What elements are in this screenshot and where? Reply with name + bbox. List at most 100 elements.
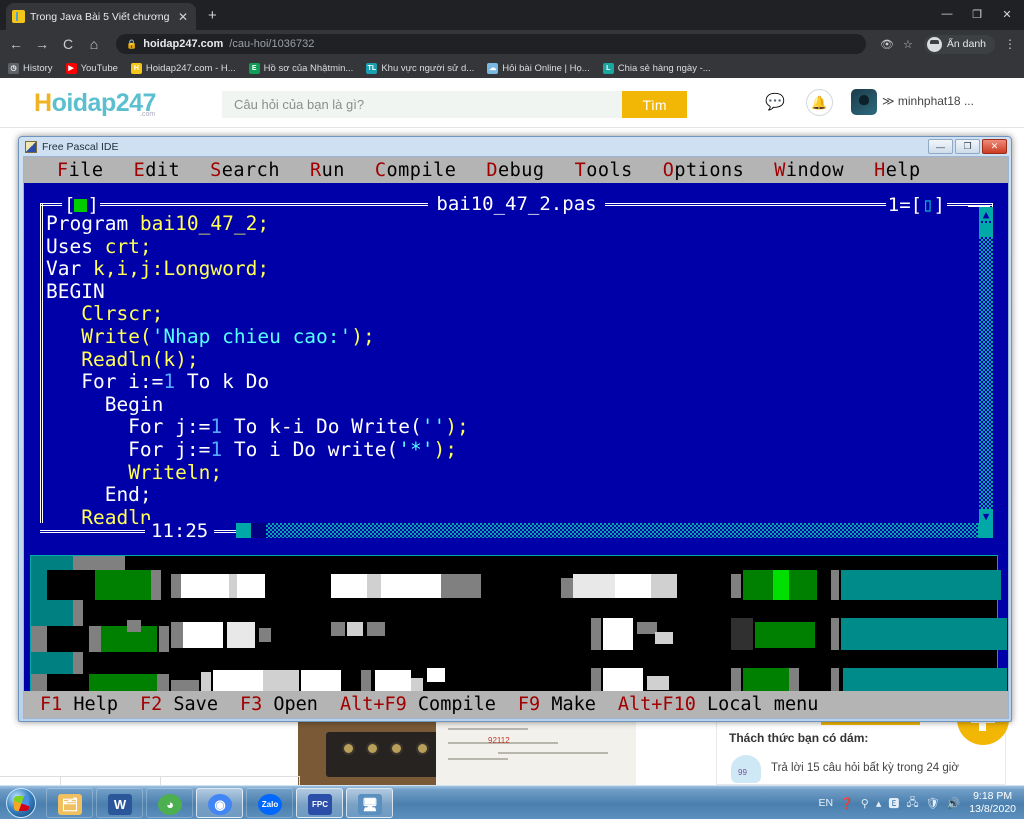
output-pixel-block [73, 652, 83, 676]
taskbar-green-app[interactable]: ◕ [146, 788, 193, 818]
incognito-indicator[interactable]: Ẩn danh [923, 34, 995, 54]
bookmark-5[interactable]: ☁ Hỏi bài Online | Họ... [487, 62, 590, 74]
fpc-minimize-button[interactable]: — [928, 139, 953, 154]
output-pixel-block [651, 574, 677, 598]
help-icon[interactable]: ❓ [840, 797, 854, 810]
menu-compile[interactable]: Compile [360, 160, 471, 181]
language-indicator[interactable]: EN [818, 797, 833, 809]
menu-debug[interactable]: Debug [471, 160, 559, 181]
menu-file[interactable]: File [42, 160, 119, 181]
statusbar-open[interactable]: F3 Open [240, 694, 340, 715]
bookmark-6[interactable]: L Chia sẻ hàng ngày -... [602, 62, 711, 74]
output-pixel-block [603, 618, 633, 650]
forward-icon[interactable]: → [34, 36, 50, 52]
site-search-input[interactable]: Câu hỏi của bạn là gì? [222, 91, 622, 118]
statusbar-make[interactable]: F9 Make [518, 694, 618, 715]
bookmark-4[interactable]: TL Khu vực người sử d... [366, 62, 474, 74]
reload-icon[interactable]: C [60, 36, 76, 52]
start-button[interactable] [6, 788, 36, 818]
code-editor-text[interactable]: Program bai10_47_2; Uses crt; Var k,i,j:Lo… [46, 212, 976, 529]
menu-search[interactable]: Search [195, 160, 295, 181]
avatar[interactable] [851, 89, 877, 115]
output-pixel-block [561, 578, 573, 598]
clock[interactable]: 9:18 PM 13/8/2020 [967, 790, 1016, 816]
fpc-maximize-button[interactable]: ❐ [955, 139, 980, 154]
statusbar-save[interactable]: F2 Save [140, 694, 240, 715]
url-path: /cau-hoi/1036732 [229, 38, 315, 50]
new-tab-button[interactable]: + [208, 7, 217, 24]
menu-window[interactable]: Window [759, 160, 859, 181]
security-alert-icon[interactable]: 🛡 [926, 797, 940, 810]
chat-icon[interactable]: 💬 [765, 92, 785, 112]
free-pascal-ide-window[interactable]: Free Pascal IDE — ❐ ✕ File Edit Search Run C… [18, 136, 1012, 722]
browser-minimize-button[interactable]: — [932, 3, 962, 25]
show-hidden-icons-icon[interactable]: ▴ [876, 797, 882, 810]
ie-icon[interactable]: 🅴 [888, 795, 899, 811]
cloud-icon: ☁ [487, 62, 499, 74]
scroll-thumb[interactable] [979, 223, 993, 237]
program-output-window[interactable] [30, 555, 1007, 694]
browser-tab[interactable]: Trong Java Bài 5 Viết chương trìn ✕ [6, 3, 196, 30]
statusbar-local-menu[interactable]: Alt+F10 Local menu [618, 694, 841, 715]
eye-icon[interactable]: 👁 [880, 38, 894, 51]
user-menu[interactable]: ≫ minhphat18 ... [882, 94, 974, 108]
menu-help[interactable]: Help [859, 160, 936, 181]
browser-close-button[interactable]: ✕ [992, 3, 1022, 25]
hscroll-left-arrow[interactable] [236, 523, 251, 538]
fpc-client-area: File Edit Search Run Compile Debug Tools Option… [23, 156, 1009, 719]
code-token-id: k,i,j:Longword; [92, 257, 270, 281]
editor-window[interactable]: [] bai10_47_2.pas 1=[▯] Program bai10_47… [34, 193, 999, 543]
output-pixel-block [237, 574, 265, 598]
bookmark-star-icon[interactable]: ☆ [903, 38, 913, 51]
hscroll-right-arrow[interactable] [978, 523, 993, 538]
bookmark-1[interactable]: ▶ YouTube [65, 62, 118, 74]
output-pixel-block [181, 574, 229, 598]
code-token-kw: BEGIN [46, 279, 105, 303]
taskbar-free-pascal[interactable]: FPC [296, 788, 343, 818]
editor-vertical-scrollbar[interactable]: ▲ ▼ [979, 207, 993, 523]
back-icon[interactable]: ← [8, 36, 24, 52]
statusbar-compile[interactable]: Alt+F9 Compile [340, 694, 518, 715]
home-icon[interactable]: ⌂ [86, 36, 102, 52]
incognito-icon [926, 36, 942, 52]
editor-horizontal-scrollbar[interactable] [236, 523, 993, 538]
chrome-menu-icon[interactable]: ⋮ [1004, 37, 1016, 51]
taskbar-zalo[interactable]: Zalo [246, 788, 293, 818]
notifications-icon[interactable]: 🔔 [806, 89, 833, 116]
search-button[interactable]: Tìm [622, 91, 687, 118]
history-icon: ◷ [8, 62, 19, 74]
taskbar-file-explorer[interactable]: 🗂 [46, 788, 93, 818]
tab-close-icon[interactable]: ✕ [176, 11, 190, 23]
browser-maximize-button[interactable]: ❐ [962, 3, 992, 25]
code-token-kw: Program [46, 212, 140, 235]
fpc-close-button[interactable]: ✕ [982, 139, 1007, 154]
taskbar-google-chrome[interactable]: ◉ [196, 788, 243, 818]
attached-photo[interactable]: 92112 [298, 718, 698, 785]
network-icon[interactable]: 🖧 [906, 794, 918, 813]
menu-tools[interactable]: Tools [560, 160, 648, 181]
fpc-titlebar[interactable]: Free Pascal IDE — ❐ ✕ [19, 137, 1011, 156]
output-pixel-block [591, 618, 601, 650]
menu-run[interactable]: Run [295, 160, 360, 181]
network-pending-icon[interactable]: ⚲ [861, 797, 869, 810]
menu-label: indow [785, 159, 845, 181]
statusbar-help[interactable]: F1 Help [40, 694, 140, 715]
output-pixel-block [229, 574, 237, 598]
address-bar[interactable]: 🔒 hoidap247.com /cau-hoi/1036732 [116, 34, 867, 54]
site-logo[interactable]: Hoidap247 [34, 89, 156, 118]
volume-icon[interactable]: 🔊 [947, 797, 961, 810]
code-token-id: crt; [104, 234, 152, 258]
code-token-str: '*' [398, 437, 434, 461]
menu-options[interactable]: Options [648, 160, 759, 181]
scroll-up-arrow[interactable]: ▲ [979, 207, 993, 221]
scroll-track[interactable] [979, 221, 993, 509]
taskbar-microsoft-word[interactable]: W [96, 788, 143, 818]
bookmark-3[interactable]: E Hồ sơ của Nhậtmin... [248, 62, 353, 74]
bookmark-2[interactable]: H Hoidap247.com - H... [130, 62, 236, 74]
code-line: End; [46, 483, 976, 507]
taskbar-system-app[interactable]: 🖥 [346, 788, 393, 818]
bookmark-0[interactable]: ◷ History [8, 62, 53, 74]
statusbar-key: F3 [239, 694, 274, 715]
hscroll-thumb[interactable] [251, 523, 266, 538]
menu-edit[interactable]: Edit [119, 160, 196, 181]
